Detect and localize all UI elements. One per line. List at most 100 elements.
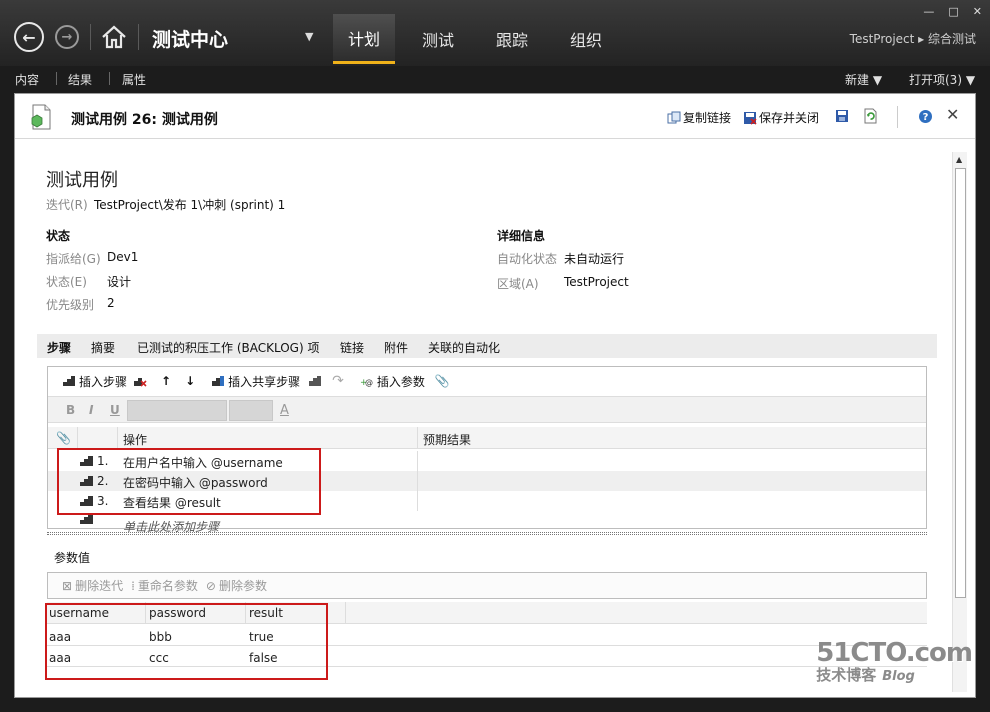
- details-header: 详细信息: [497, 229, 546, 243]
- subnav-contents[interactable]: 内容: [15, 71, 39, 88]
- parameters-toolbar: ⊠ 删除迭代 ⁞ 重命名参数 ⊘ 删除参数: [47, 572, 927, 599]
- tab-steps[interactable]: 步骤: [47, 339, 71, 356]
- param-column-username[interactable]: username: [49, 606, 109, 620]
- table-row[interactable]: aaa bbb true: [47, 626, 927, 646]
- subnav-properties[interactable]: 属性: [122, 71, 146, 88]
- app-dropdown-button[interactable]: ▼: [305, 30, 313, 43]
- grid-column-divider: [417, 491, 418, 511]
- tab-organize[interactable]: 组织: [556, 14, 616, 64]
- tab-test[interactable]: 测试: [408, 14, 468, 64]
- pane-splitter[interactable]: [47, 532, 927, 535]
- maximize-icon[interactable]: □: [948, 5, 958, 18]
- tab-associated-automation[interactable]: 关联的自动化: [428, 339, 500, 356]
- delete-parameter-button[interactable]: ⊘ 删除参数: [206, 577, 267, 594]
- help-icon[interactable]: ?: [918, 109, 933, 124]
- step-icon: [80, 456, 93, 466]
- delete-iteration-button[interactable]: ⊠ 删除迭代: [62, 577, 123, 594]
- param-cell[interactable]: false: [249, 651, 278, 665]
- redo-icon[interactable]: ↷: [332, 373, 344, 389]
- delete-step-button[interactable]: [133, 375, 147, 387]
- move-up-icon[interactable]: ↑: [161, 374, 171, 388]
- copy-link-button[interactable]: 复制链接: [667, 109, 731, 126]
- area-value[interactable]: TestProject: [564, 275, 629, 289]
- assigned-to-value[interactable]: Dev1: [107, 250, 138, 264]
- new-menu-button[interactable]: 新建 ▼: [845, 71, 882, 88]
- param-column-result[interactable]: result: [249, 606, 283, 620]
- parameters-title: 参数值: [54, 551, 91, 565]
- parameters-header-row: username password result: [47, 602, 927, 624]
- tab-plan[interactable]: 计划: [333, 14, 395, 64]
- test-case-doc-icon: [31, 104, 51, 130]
- delete-iteration-label: 删除迭代: [75, 579, 124, 593]
- table-row[interactable]: 3. 查看结果 @result: [48, 491, 926, 511]
- state-value[interactable]: 设计: [107, 273, 131, 290]
- param-column-password[interactable]: password: [149, 606, 206, 620]
- delete-parameter-label: 删除参数: [218, 579, 267, 593]
- insert-step-button[interactable]: 插入步骤: [62, 373, 127, 390]
- step-action[interactable]: 在用户名中输入 @username: [123, 454, 283, 471]
- font-family-select[interactable]: [127, 400, 227, 421]
- save-icon[interactable]: [835, 109, 849, 123]
- rename-parameter-icon: ⁞: [131, 578, 135, 593]
- grid-column-divider: [417, 451, 418, 471]
- save-close-label: 保存并关闭: [759, 111, 820, 125]
- back-button[interactable]: ←: [14, 22, 44, 52]
- create-shared-step-button[interactable]: [308, 375, 322, 387]
- assigned-to-label: 指派给(G): [46, 252, 101, 266]
- param-cell[interactable]: aaa: [49, 630, 71, 644]
- step-number: 3.: [80, 494, 108, 508]
- move-down-icon[interactable]: ↓: [185, 374, 195, 388]
- action-column-header[interactable]: 操作: [123, 431, 147, 448]
- font-color-button[interactable]: A: [280, 403, 289, 418]
- tab-attachments[interactable]: 附件: [384, 339, 408, 356]
- tab-tested-backlog[interactable]: 已测试的积压工作 (BACKLOG) 项: [137, 339, 319, 356]
- area-label: 区域(A): [497, 277, 539, 291]
- step-number-text: 3.: [97, 494, 109, 508]
- underline-button[interactable]: U: [110, 403, 120, 417]
- font-size-select[interactable]: [229, 400, 273, 421]
- subnav-divider: [56, 72, 57, 85]
- priority-value[interactable]: 2: [107, 296, 115, 310]
- param-cell[interactable]: true: [249, 630, 274, 644]
- forward-button[interactable]: →: [55, 25, 79, 49]
- italic-button[interactable]: I: [89, 403, 93, 417]
- close-window-icon[interactable]: ✕: [973, 5, 982, 18]
- attachment-icon[interactable]: 📎: [435, 374, 450, 388]
- param-cell[interactable]: bbb: [149, 630, 172, 644]
- tab-track[interactable]: 跟踪: [482, 14, 542, 64]
- insert-parameter-button[interactable]: + @ 插入参数: [360, 373, 425, 390]
- table-row[interactable]: aaa ccc false: [47, 647, 927, 667]
- iteration-label: 迭代(R): [46, 198, 88, 212]
- close-document-icon[interactable]: ✕: [946, 105, 959, 124]
- table-row[interactable]: 2. 在密码中输入 @password: [48, 471, 926, 491]
- vertical-scrollbar[interactable]: ▲: [952, 152, 967, 692]
- open-items-button[interactable]: 打开项(3) ▼: [909, 71, 975, 88]
- subnav-results[interactable]: 结果: [68, 71, 92, 88]
- param-cell[interactable]: aaa: [49, 651, 71, 665]
- refresh-icon[interactable]: [863, 108, 878, 124]
- scroll-up-arrow-icon[interactable]: ▲: [956, 155, 962, 164]
- project-breadcrumb[interactable]: TestProject ▸ 综合测试: [850, 30, 976, 47]
- home-icon[interactable]: [100, 23, 128, 51]
- step-action[interactable]: 在密码中输入 @password: [123, 474, 268, 491]
- rename-parameter-button[interactable]: ⁞ 重命名参数: [131, 577, 198, 594]
- iteration-value[interactable]: TestProject\发布 1\冲刺 (sprint) 1: [94, 196, 285, 213]
- step-action[interactable]: 查看结果 @result: [123, 494, 221, 511]
- insert-parameter-icon: +@: [360, 378, 373, 387]
- grid-column-divider: [245, 602, 246, 624]
- minimize-icon[interactable]: —: [923, 5, 934, 18]
- bold-button[interactable]: B: [66, 403, 75, 417]
- tab-links[interactable]: 链接: [340, 339, 364, 356]
- table-row[interactable]: 1. 在用户名中输入 @username: [48, 451, 926, 471]
- param-cell[interactable]: ccc: [149, 651, 169, 665]
- delete-step-icon: [134, 378, 147, 387]
- insert-step-icon: [63, 376, 75, 386]
- nav-divider: [90, 24, 91, 50]
- scrollbar-thumb[interactable]: [955, 168, 966, 598]
- save-and-close-button[interactable]: 保存并关闭: [743, 109, 819, 126]
- expected-column-header[interactable]: 预期结果: [423, 431, 471, 448]
- insert-shared-step-button[interactable]: 插入共享步骤: [211, 373, 300, 390]
- tab-summary[interactable]: 摘要: [91, 339, 115, 356]
- subnav-divider: [109, 72, 110, 85]
- copy-link-label: 复制链接: [683, 111, 732, 125]
